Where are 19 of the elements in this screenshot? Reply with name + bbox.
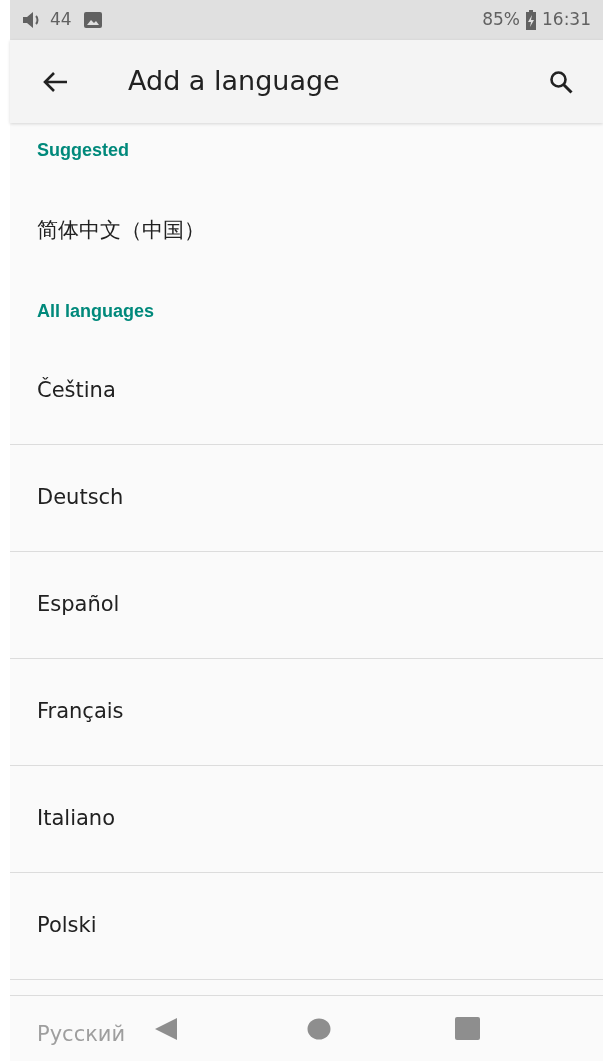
- home-circle-icon[interactable]: [307, 1017, 331, 1040]
- volume-level: 44: [50, 8, 72, 32]
- language-item[interactable]: Italiano: [37, 803, 115, 835]
- search-icon: [549, 69, 573, 94]
- screen-title: Add a language: [128, 64, 340, 99]
- language-item[interactable]: Polski: [37, 910, 97, 942]
- language-item[interactable]: 简体中文（中国）: [37, 214, 205, 247]
- back-triangle-icon[interactable]: [154, 1016, 178, 1041]
- language-item[interactable]: Čeština: [37, 375, 116, 407]
- language-item[interactable]: Deutsch: [37, 482, 124, 514]
- image-icon: [83, 12, 102, 28]
- section-header: All languages: [37, 299, 155, 323]
- back-arrow-icon: [42, 70, 68, 93]
- battery-percent: 85%: [482, 8, 520, 32]
- section-header: Suggested: [37, 138, 129, 162]
- language-item[interactable]: Français: [37, 696, 124, 728]
- battery-charging-icon: [525, 10, 537, 30]
- clock-time: 16:31: [542, 8, 591, 32]
- language-item[interactable]: Español: [37, 589, 120, 621]
